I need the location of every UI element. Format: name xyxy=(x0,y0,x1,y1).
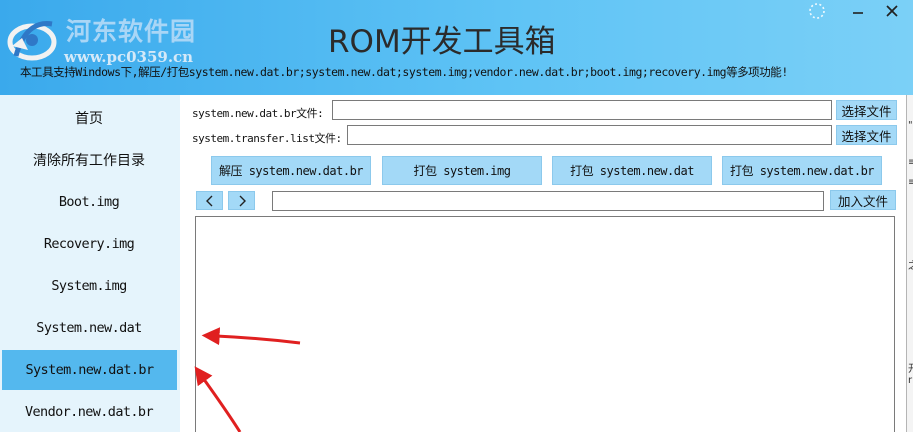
pack-system-new-dat-button[interactable]: 打包 system.new.dat xyxy=(552,156,712,185)
choose-transfer-list-file-button[interactable]: 选择文件 xyxy=(836,125,897,145)
sidebar-item-recovery-img[interactable]: Recovery.img xyxy=(0,224,178,264)
system-transfer-list-file-label: system.transfer.list文件: xyxy=(192,132,342,145)
sidebar-item-system-new-dat-br[interactable]: System.new.dat.br xyxy=(2,350,177,390)
choose-dat-br-file-button[interactable]: 选择文件 xyxy=(836,100,897,120)
sidebar-item-boot-img[interactable]: Boot.img xyxy=(0,182,178,222)
close-icon xyxy=(886,5,898,17)
chevron-right-icon xyxy=(239,195,246,206)
sidebar: 首页 清除所有工作目录 Boot.img Recovery.img System… xyxy=(0,95,180,432)
rom-toolbox-window: 河东软件园 www.pc0359.cn ROM开发工具箱 本工具支持Window… xyxy=(0,0,913,432)
previous-button[interactable] xyxy=(196,191,223,210)
loading-icon xyxy=(809,3,825,19)
background-fragment: 之 xyxy=(908,257,913,272)
background-fragment: ≡ xyxy=(908,177,913,188)
background-fragment: 开 xyxy=(908,360,913,375)
app-title: ROM开发工具箱 xyxy=(328,24,556,60)
add-file-button[interactable]: 加入文件 xyxy=(830,190,896,210)
app-subtitle: 本工具支持Windows下,解压/打包system.new.dat.br;sys… xyxy=(20,65,788,79)
background-fragment: r xyxy=(908,375,913,386)
chevron-left-icon xyxy=(205,195,212,206)
sidebar-item-system-img[interactable]: System.img xyxy=(0,266,178,306)
main-panel: system.new.dat.br文件: 选择文件 system.transfe… xyxy=(180,95,906,432)
watermark-title: 河东软件园 xyxy=(66,17,197,46)
path-input[interactable] xyxy=(272,191,824,211)
sidebar-item-vendor-new-dat-br[interactable]: Vendor.new.dat.br xyxy=(0,392,178,432)
background-fragment: " xyxy=(908,120,913,131)
minimize-icon xyxy=(853,12,863,14)
sidebar-item-system-new-dat[interactable]: System.new.dat xyxy=(0,308,178,348)
output-log-area[interactable] xyxy=(195,216,895,432)
system-new-dat-br-file-label: system.new.dat.br文件: xyxy=(192,107,324,120)
system-new-dat-br-file-input[interactable] xyxy=(332,100,832,120)
pack-system-img-button[interactable]: 打包 system.img xyxy=(382,156,542,185)
background-window-edge: l " ≡ ≡ 之 开 r xyxy=(906,95,913,432)
next-button[interactable] xyxy=(228,191,255,210)
pack-system-new-dat-br-button[interactable]: 打包 system.new.dat.br xyxy=(722,156,882,185)
unpack-system-new-dat-br-button[interactable]: 解压 system.new.dat.br xyxy=(211,156,371,185)
loading-button[interactable] xyxy=(806,0,828,22)
background-fragment: ≡ xyxy=(908,157,913,168)
sidebar-item-clear-work-dirs[interactable]: 清除所有工作目录 xyxy=(0,140,178,180)
sidebar-item-home[interactable]: 首页 xyxy=(0,98,178,138)
title-bar: 河东软件园 www.pc0359.cn ROM开发工具箱 本工具支持Window… xyxy=(0,0,913,95)
site-logo-icon xyxy=(7,21,57,61)
close-button[interactable] xyxy=(880,0,904,22)
system-transfer-list-file-input[interactable] xyxy=(347,125,832,145)
minimize-button[interactable] xyxy=(847,0,869,22)
